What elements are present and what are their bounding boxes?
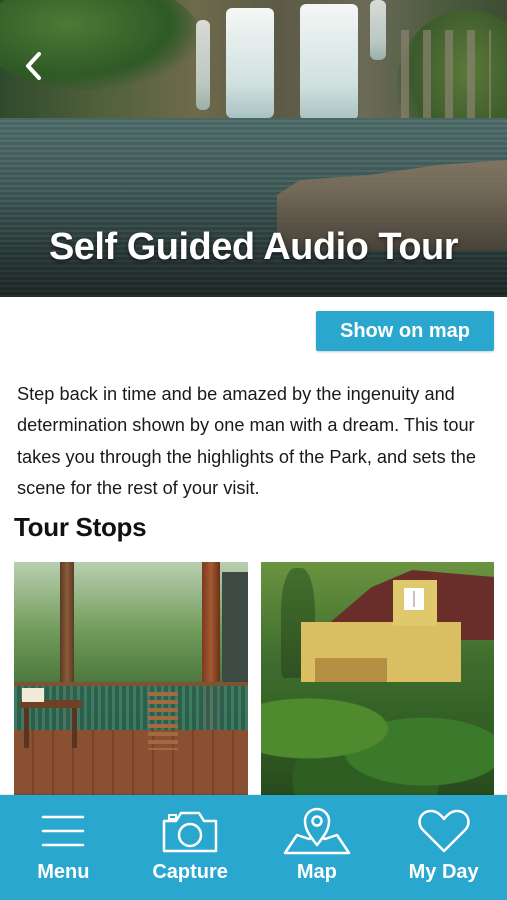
show-on-map-button[interactable]: Show on map: [316, 311, 494, 351]
waterfall: [196, 20, 210, 110]
box: [22, 688, 44, 702]
nav-capture-label: Capture: [152, 861, 228, 883]
chair: [148, 692, 178, 750]
nav-menu[interactable]: Menu: [0, 795, 127, 900]
table-leg: [24, 708, 29, 748]
cottage-window: [404, 588, 424, 610]
back-button[interactable]: [18, 50, 48, 82]
nav-map[interactable]: Map: [254, 795, 381, 900]
menu-icon: [42, 815, 85, 847]
nav-my-day[interactable]: My Day: [380, 795, 507, 900]
nav-my-day-label: My Day: [408, 861, 479, 883]
timber-deck: [14, 730, 248, 798]
camera-icon: [162, 811, 218, 853]
table-leg: [72, 708, 77, 748]
waterfall: [370, 0, 386, 60]
hero-image: Self Guided Audio Tour: [0, 0, 507, 297]
waterfall: [300, 4, 358, 120]
tour-description: Step back in time and be amazed by the i…: [17, 384, 477, 498]
chevron-left-icon: [26, 52, 41, 80]
signboard: [222, 572, 248, 682]
nav-menu-label: Menu: [37, 861, 90, 883]
deck-railing: [14, 686, 248, 732]
tour-stops-heading: Tour Stops: [14, 512, 147, 542]
tour-stop-card[interactable]: [261, 562, 494, 798]
bottom-navigation: Menu Capture Map My Day: [0, 795, 507, 900]
tour-stop-card[interactable]: [14, 562, 248, 798]
nav-map-label: Map: [296, 861, 337, 883]
nav-capture[interactable]: Capture: [127, 795, 254, 900]
hero-ruins: [401, 30, 491, 130]
page-title: Self Guided Audio Tour: [48, 226, 459, 268]
heart-icon: [417, 809, 470, 853]
waterfall: [226, 8, 274, 118]
garden-bushes: [261, 682, 494, 798]
map-icon: [283, 807, 351, 855]
